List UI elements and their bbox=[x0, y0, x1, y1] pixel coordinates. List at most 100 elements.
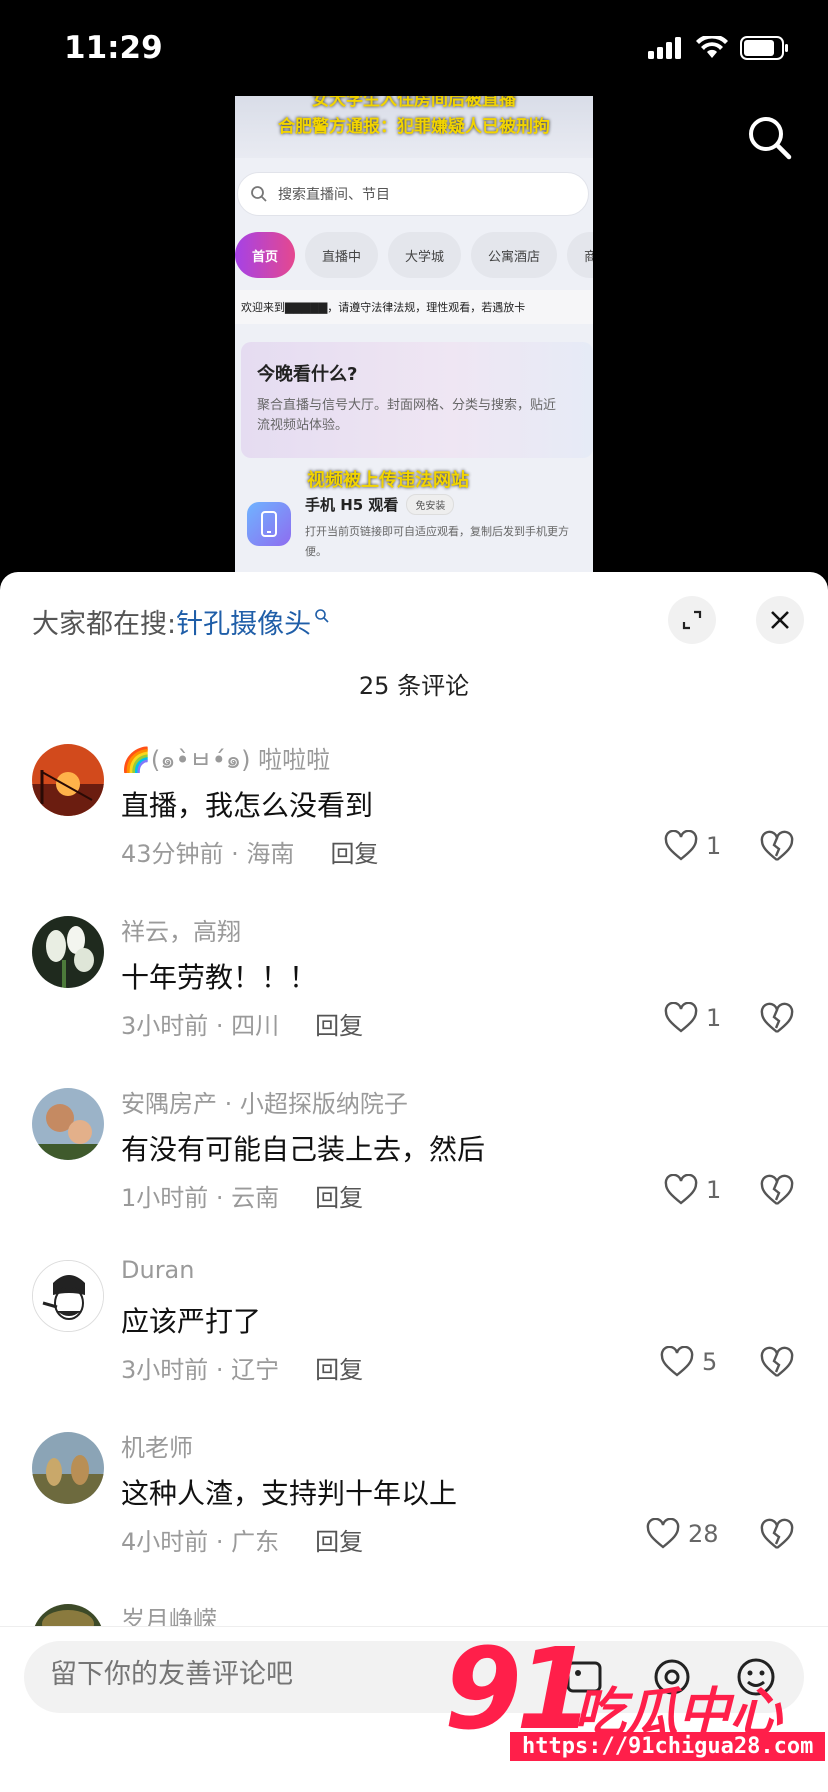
avatar[interactable] bbox=[32, 1260, 104, 1332]
comment-meta: 3小时前 · 四川 回复 bbox=[121, 1006, 363, 1041]
headline-line1: 女大学生入住房间后被直播 bbox=[312, 96, 516, 110]
comment-text: 十年劳教！！！ bbox=[121, 961, 318, 994]
comment-input[interactable] bbox=[50, 1659, 430, 1690]
avatar[interactable] bbox=[32, 1432, 104, 1504]
trending-search-term[interactable]: 针孔摄像头 bbox=[176, 602, 311, 641]
heart-icon bbox=[660, 1346, 694, 1377]
video-tabs: 首页 直播中 大学城 公寓酒店 商业 bbox=[235, 232, 593, 278]
comment-meta: 4小时前 · 广东 回复 bbox=[121, 1522, 363, 1557]
status-icons bbox=[648, 36, 790, 60]
avatar[interactable] bbox=[32, 916, 104, 988]
close-icon bbox=[771, 611, 789, 629]
status-time: 11:29 bbox=[64, 30, 163, 66]
reply-button[interactable]: 回复 bbox=[315, 1350, 363, 1385]
video-player[interactable]: 女大学生入住房间后被直播 合肥警方通报：犯罪嫌疑人已被刑拘 搜索直播间、节目 首… bbox=[0, 96, 828, 572]
comment-sheet: 大家都在搜: 针孔摄像头 25 条评论 🌈(๑•̀ㅂ•́๑) 啦啦啦 直播，我怎… bbox=[0, 572, 828, 1792]
like-button[interactable]: 1 bbox=[664, 1002, 721, 1034]
avatar[interactable] bbox=[32, 1604, 104, 1626]
comment-author[interactable]: Duran bbox=[121, 1256, 194, 1284]
comment-item: 岁月峥嵘 bbox=[0, 1598, 828, 1626]
reply-button[interactable]: 回复 bbox=[315, 1006, 363, 1041]
video-tab: 公寓酒店 bbox=[471, 232, 558, 278]
comment-author[interactable]: 岁月峥嵘 bbox=[121, 1600, 217, 1626]
like-count: 28 bbox=[688, 1520, 719, 1548]
expand-icon bbox=[682, 610, 702, 630]
h5-title-text: 手机 H5 观看 bbox=[305, 496, 399, 514]
like-count: 1 bbox=[706, 1004, 722, 1032]
video-feature-card: 今晚看什么? 聚合直播与信号大厅。封面网格、分类与搜索，贴近 流视频站体验。 bbox=[241, 342, 593, 458]
broken-heart-icon[interactable] bbox=[760, 1346, 794, 1380]
like-button[interactable]: 1 bbox=[664, 830, 721, 862]
like-button[interactable]: 5 bbox=[660, 1346, 717, 1378]
comment-time: 43分钟前 · 海南 bbox=[121, 840, 295, 868]
like-button[interactable]: 28 bbox=[646, 1518, 719, 1550]
like-button[interactable]: 1 bbox=[664, 1174, 721, 1206]
comment-author[interactable]: 🌈(๑•̀ㅂ•́๑) 啦啦啦 bbox=[121, 740, 330, 779]
avatar[interactable] bbox=[32, 744, 104, 816]
video-h5-desc: 打开当前页链接即可自适应观看，复制后发到手机更方便。 bbox=[305, 525, 569, 558]
comment-author[interactable]: 祥云，高翔 bbox=[121, 912, 241, 947]
comment-item: 机老师 这种人渣，支持判十年以上 4小时前 · 广东 回复 28 bbox=[0, 1426, 828, 1598]
broken-heart-icon[interactable] bbox=[760, 1002, 794, 1036]
like-count: 1 bbox=[706, 1176, 722, 1204]
comment-author[interactable]: 机老师 bbox=[121, 1428, 193, 1463]
video-card-desc-2: 流视频站体验。 bbox=[257, 418, 349, 433]
battery-icon bbox=[740, 36, 788, 60]
video-tab: 首页 bbox=[235, 232, 296, 278]
comment-item: 安隅房产 · 小超探版纳院子 有没有可能自己装上去，然后 1小时前 · 云南 回… bbox=[0, 1082, 828, 1254]
watermark-url: https://91chigua28.com bbox=[510, 1732, 826, 1761]
trending-search-prefix: 大家都在搜: bbox=[32, 609, 177, 640]
comment-item: 🌈(๑•̀ㅂ•́๑) 啦啦啦 直播，我怎么没看到 43分钟前 · 海南 回复 1 bbox=[0, 738, 828, 910]
comment-meta: 43分钟前 · 海南 回复 bbox=[121, 834, 378, 869]
reply-button[interactable]: 回复 bbox=[315, 1178, 363, 1213]
video-card-title: 今晚看什么? bbox=[257, 364, 358, 385]
video-search-placeholder: 搜索直播间、节目 bbox=[278, 187, 390, 203]
h5-badge: 免安装 bbox=[406, 494, 455, 515]
expand-button[interactable] bbox=[668, 596, 716, 644]
video-tab: 直播中 bbox=[305, 232, 379, 278]
video-tab: 大学城 bbox=[388, 232, 462, 278]
video-h5-title: 手机 H5 观看 免安装 bbox=[305, 494, 455, 515]
heart-icon bbox=[664, 1174, 698, 1205]
reply-button[interactable]: 回复 bbox=[330, 834, 378, 869]
search-icon bbox=[315, 608, 329, 623]
comment-author[interactable]: 安隅房产 · 小超探版纳院子 bbox=[121, 1084, 408, 1119]
comment-item: 祥云，高翔 十年劳教！！！ 3小时前 · 四川 回复 1 bbox=[0, 910, 828, 1082]
trending-search[interactable]: 大家都在搜: 针孔摄像头 bbox=[32, 602, 330, 641]
watermark-logo: 91 吃瓜中心 https://91chigua28.com bbox=[444, 1630, 826, 1780]
comment-text: 直播，我怎么没看到 bbox=[121, 789, 374, 822]
status-bar: 11:29 bbox=[0, 0, 828, 96]
avatar[interactable] bbox=[32, 1088, 104, 1160]
search-icon[interactable] bbox=[746, 114, 794, 162]
video-headline: 女大学生入住房间后被直播 合肥警方通报：犯罪嫌疑人已被刑拘 bbox=[235, 96, 593, 158]
wifi-icon bbox=[696, 36, 728, 58]
video-welcome-text: 欢迎来到▇▇▇▇▇，请遵守法律法规，理性观看，若遇放卡 bbox=[235, 290, 593, 324]
comment-item: Duran 应该严打了 3小时前 · 辽宁 回复 5 bbox=[0, 1254, 828, 1426]
headline-line2: 合肥警方通报：犯罪嫌疑人已被刑拘 bbox=[278, 117, 550, 137]
reply-button[interactable]: 回复 bbox=[315, 1522, 363, 1557]
video-search-bar: 搜索直播间、节目 bbox=[237, 172, 589, 216]
like-count: 1 bbox=[706, 832, 722, 860]
video-tab: 商业 bbox=[567, 232, 593, 278]
heart-icon bbox=[664, 1002, 698, 1033]
close-button[interactable] bbox=[756, 596, 804, 644]
comment-time: 4小时前 · 广东 bbox=[121, 1528, 280, 1556]
comment-count: 25 条评论 bbox=[358, 672, 470, 700]
cellular-signal-icon bbox=[648, 37, 681, 59]
comment-time: 1小时前 · 云南 bbox=[121, 1184, 280, 1212]
broken-heart-icon[interactable] bbox=[760, 1174, 794, 1208]
video-overlay-caption: 视频被上传违法网站 bbox=[307, 470, 469, 491]
broken-heart-icon[interactable] bbox=[760, 830, 794, 864]
comment-meta: 3小时前 · 辽宁 回复 bbox=[121, 1350, 363, 1385]
comment-meta: 1小时前 · 云南 回复 bbox=[121, 1178, 363, 1213]
video-card-desc-1: 聚合直播与信号大厅。封面网格、分类与搜索，贴近 bbox=[257, 398, 557, 413]
comment-time: 3小时前 · 四川 bbox=[121, 1012, 280, 1040]
comment-text: 应该严打了 bbox=[121, 1305, 262, 1338]
heart-icon bbox=[646, 1518, 680, 1549]
like-count: 5 bbox=[702, 1348, 718, 1376]
comment-text: 这种人渣，支持判十年以上 bbox=[121, 1477, 458, 1510]
video-frame[interactable]: 女大学生入住房间后被直播 合肥警方通报：犯罪嫌疑人已被刑拘 搜索直播间、节目 首… bbox=[235, 96, 593, 572]
comment-time: 3小时前 · 辽宁 bbox=[121, 1356, 280, 1384]
search-icon bbox=[251, 186, 267, 202]
broken-heart-icon[interactable] bbox=[760, 1518, 794, 1552]
